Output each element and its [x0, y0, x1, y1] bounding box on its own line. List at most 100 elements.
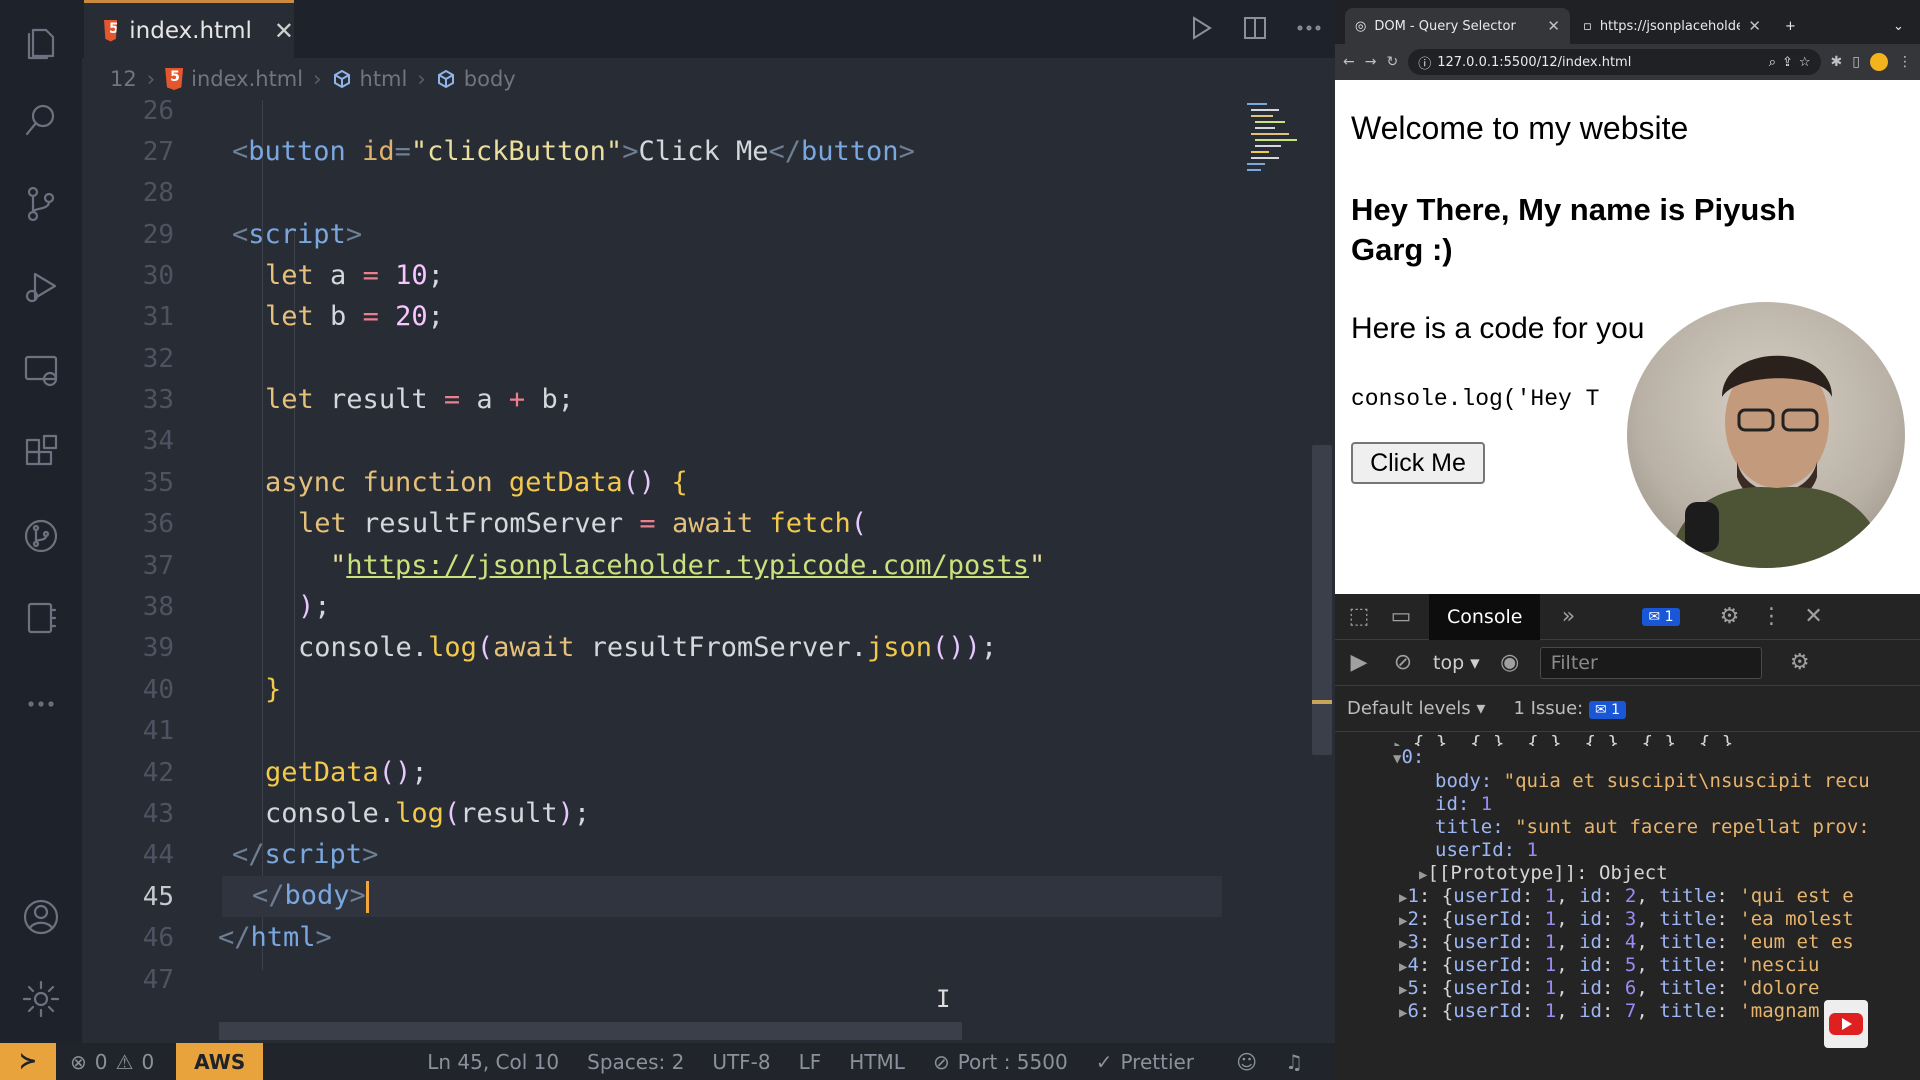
- forward-icon[interactable]: →: [1365, 54, 1377, 70]
- share-icon[interactable]: ⇪: [1782, 55, 1793, 70]
- source-control-icon[interactable]: [17, 180, 65, 228]
- code-line: getData();: [265, 757, 428, 789]
- devtools-close-icon[interactable]: ✕: [1800, 603, 1828, 631]
- line-number: 34: [142, 425, 174, 456]
- minimap[interactable]: [1245, 100, 1305, 195]
- close-icon[interactable]: ✕: [274, 17, 294, 45]
- feedback-icon[interactable]: ☺: [1222, 1050, 1271, 1074]
- line-number: 31: [142, 301, 174, 332]
- code-line: </html>: [218, 922, 332, 954]
- status-bar: ≻ ⊗ 0 ⚠ 0 AWS Ln 45, Col 10 Spaces: 2 UTF-…: [0, 1043, 1335, 1080]
- more-tabs-icon[interactable]: »: [1554, 603, 1582, 631]
- page-heading: Welcome to my website: [1351, 110, 1689, 146]
- extensions-puzzle-icon[interactable]: ✱: [1831, 54, 1843, 70]
- search-icon[interactable]: [17, 96, 65, 144]
- editor-horizontal-scrollbar[interactable]: [219, 1022, 962, 1040]
- click-me-button[interactable]: Click Me: [1351, 442, 1485, 484]
- git-graph-icon[interactable]: [17, 512, 65, 560]
- element-cube-icon: [436, 69, 456, 89]
- address-bar[interactable]: ⓘ 127.0.0.1:5500/12/index.html ⌕ ⇪ ☆: [1408, 49, 1821, 75]
- webcam-overlay: [1627, 302, 1905, 568]
- back-icon[interactable]: ←: [1343, 54, 1355, 70]
- breadcrumb-file[interactable]: index.html: [165, 67, 303, 91]
- code-line: <script>: [232, 219, 363, 251]
- more-actions-icon[interactable]: [1295, 14, 1323, 42]
- element-cube-icon: [332, 69, 352, 89]
- page-section-heading: Here is a code for you: [1351, 312, 1645, 345]
- console-settings-icon[interactable]: ⚙: [1786, 649, 1814, 677]
- browser-tab-jsonplaceholder[interactable]: ▫ https://jsonplaceholder.typ ✕: [1573, 8, 1771, 44]
- close-tab-icon[interactable]: ✕: [1748, 17, 1761, 35]
- device-toolbar-icon[interactable]: ▭: [1387, 603, 1415, 631]
- reload-icon[interactable]: ↻: [1386, 54, 1398, 70]
- live-expression-eye-icon[interactable]: ◉: [1496, 649, 1524, 677]
- run-debug-icon[interactable]: [17, 262, 65, 310]
- youtube-subscribe-icon[interactable]: [1824, 1000, 1868, 1048]
- tab-search-icon[interactable]: ⌄: [1883, 8, 1914, 44]
- split-editor-icon[interactable]: [1241, 14, 1269, 42]
- menu-kebab-icon[interactable]: ⋮: [1898, 54, 1912, 70]
- profile-avatar[interactable]: [1870, 53, 1888, 71]
- issues-badge[interactable]: ✉ 1: [1642, 607, 1680, 626]
- settings-gear-icon[interactable]: [17, 975, 65, 1023]
- tab-label: index.html: [129, 17, 252, 44]
- page-icon: ▫: [1583, 18, 1592, 34]
- new-tab-button[interactable]: +: [1775, 8, 1806, 44]
- scrollbar-cursor-marker: [1312, 700, 1332, 704]
- end-of-line[interactable]: LF: [785, 1050, 836, 1074]
- clear-console-icon[interactable]: ⊘: [1389, 649, 1417, 677]
- breadcrumb-body[interactable]: body: [436, 67, 516, 91]
- page-subheading: Hey There, My name is Piyush Garg :): [1351, 192, 1796, 267]
- text-cursor: [365, 880, 369, 913]
- line-number: 39: [142, 632, 174, 663]
- context-selector[interactable]: top ▾: [1433, 652, 1480, 674]
- code-line: <button id="clickButton">Click Me</butto…: [232, 136, 915, 168]
- account-icon[interactable]: [17, 893, 65, 941]
- line-number: 26: [142, 100, 174, 126]
- live-server-port[interactable]: ⊘ Port : 5500: [919, 1050, 1082, 1074]
- warning-icon: ⚠: [115, 1049, 134, 1074]
- sidebar-toggle-icon[interactable]: ▶: [1345, 649, 1373, 677]
- side-panel-icon[interactable]: ▯: [1852, 54, 1860, 70]
- bookmark-star-icon[interactable]: ☆: [1799, 55, 1811, 70]
- line-number: 27: [142, 136, 174, 167]
- problems-indicator[interactable]: ⊗ 0 ⚠ 0: [56, 1050, 168, 1074]
- aws-indicator[interactable]: AWS: [176, 1043, 264, 1080]
- line-number-current: 45: [142, 881, 174, 912]
- remote-indicator-icon[interactable]: ≻: [0, 1043, 56, 1080]
- editor-tab-bar: index.html ✕: [82, 0, 1335, 58]
- log-levels-dropdown[interactable]: Default levels ▾: [1347, 698, 1485, 719]
- more-icon[interactable]: [17, 680, 65, 728]
- indentation[interactable]: Spaces: 2: [573, 1050, 698, 1074]
- cursor-position[interactable]: Ln 45, Col 10: [413, 1050, 573, 1074]
- mouse-ibeam-cursor: I: [936, 985, 951, 1013]
- tab-index-html[interactable]: index.html ✕: [84, 0, 294, 58]
- code-line: "https://jsonplaceholder.typicode.com/po…: [330, 550, 1046, 582]
- zoom-icon[interactable]: ⌕: [1769, 55, 1776, 70]
- line-number: 29: [142, 219, 174, 250]
- run-icon[interactable]: [1187, 14, 1215, 42]
- code-editor[interactable]: 26 27 <button id="clickButton">Click Me<…: [82, 100, 1335, 1043]
- devtools-menu-icon[interactable]: ⋮: [1758, 603, 1786, 631]
- console-filter-input[interactable]: Filter: [1539, 646, 1762, 679]
- prettier-status[interactable]: ✓ Prettier: [1082, 1050, 1208, 1074]
- explorer-icon[interactable]: [17, 18, 65, 66]
- code-line: async function getData() {: [265, 467, 688, 499]
- extensions-icon[interactable]: [17, 428, 65, 476]
- breadcrumb-html[interactable]: html: [332, 67, 407, 91]
- tab-console[interactable]: Console: [1429, 593, 1541, 640]
- line-number: 38: [142, 591, 174, 622]
- encoding[interactable]: UTF-8: [698, 1050, 784, 1074]
- notebook-icon[interactable]: [17, 594, 65, 642]
- devtools-settings-icon[interactable]: ⚙: [1716, 603, 1744, 631]
- line-number: 32: [142, 343, 174, 374]
- browser-tab-dom-query-selector[interactable]: ◎ DOM - Query Selector ✕: [1345, 8, 1570, 44]
- breadcrumb-folder[interactable]: 12: [110, 67, 137, 91]
- editor-vertical-scrollbar[interactable]: [1312, 445, 1332, 755]
- issues-link[interactable]: 1 Issue: ✉ 1: [1513, 698, 1627, 719]
- remote-explorer-icon[interactable]: [17, 346, 65, 394]
- language-mode[interactable]: HTML: [835, 1050, 919, 1074]
- inspect-element-icon[interactable]: ⬚: [1345, 603, 1373, 631]
- notification-bell-icon[interactable]: ♫: [1271, 1050, 1317, 1074]
- close-tab-icon[interactable]: ✕: [1547, 17, 1560, 35]
